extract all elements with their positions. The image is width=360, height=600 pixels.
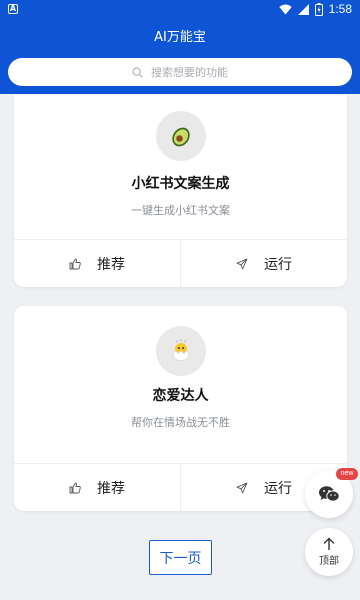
card-actions: 推荐 运行 (14, 463, 347, 511)
thumbs-up-icon (69, 258, 81, 269)
wifi-icon (278, 4, 292, 14)
app-bar: AI万能宝 搜索想要的功能 (0, 20, 360, 94)
recommend-button[interactable]: 推荐 (14, 240, 180, 287)
card-title: 恋爱达人 (152, 388, 209, 404)
feature-card[interactable]: 恋爱达人 帮你在情场战无不胜 推荐 运行 (14, 306, 347, 511)
avatar (155, 111, 206, 161)
status-bar: A 1:58 (0, 0, 360, 20)
search-input[interactable]: 搜索想要的功能 (8, 58, 352, 86)
back-to-top-label: 顶部 (319, 556, 339, 567)
search-icon (132, 66, 143, 78)
back-to-top-button[interactable]: 顶部 (305, 528, 353, 576)
thumbs-up-icon (69, 482, 81, 493)
send-icon (236, 258, 248, 269)
avocado-icon (171, 127, 190, 147)
run-label: 运行 (264, 480, 292, 497)
clock: 1:58 (328, 2, 352, 16)
card-subtitle: 一键生成小红书文案 (131, 204, 230, 217)
card-subtitle: 帮你在情场战无不胜 (131, 416, 230, 429)
search-placeholder: 搜索想要的功能 (151, 66, 228, 79)
notification-icon: A (8, 4, 18, 14)
wechat-icon (319, 486, 340, 502)
run-button[interactable]: 运行 (180, 240, 347, 287)
avatar (155, 326, 206, 376)
send-icon (236, 482, 248, 493)
next-page-button[interactable]: 下一页 (149, 540, 212, 575)
feature-card[interactable]: 小红书文案生成 一键生成小红书文案 推荐 运行 (14, 94, 347, 287)
card-actions: 推荐 运行 (14, 239, 347, 287)
app-title: AI万能宝 (154, 30, 206, 45)
recommend-label: 推荐 (97, 256, 125, 273)
status-icons: 1:58 (278, 2, 352, 16)
recommend-label: 推荐 (97, 480, 125, 497)
run-label: 运行 (264, 256, 292, 273)
battery-icon (314, 2, 323, 16)
recommend-button[interactable]: 推荐 (14, 464, 180, 511)
new-badge: new (336, 468, 358, 480)
signal-icon (297, 3, 309, 15)
card-title: 小红书文案生成 (131, 176, 230, 192)
arrow-up-icon (323, 537, 335, 550)
hatching-chick-icon (172, 339, 189, 361)
